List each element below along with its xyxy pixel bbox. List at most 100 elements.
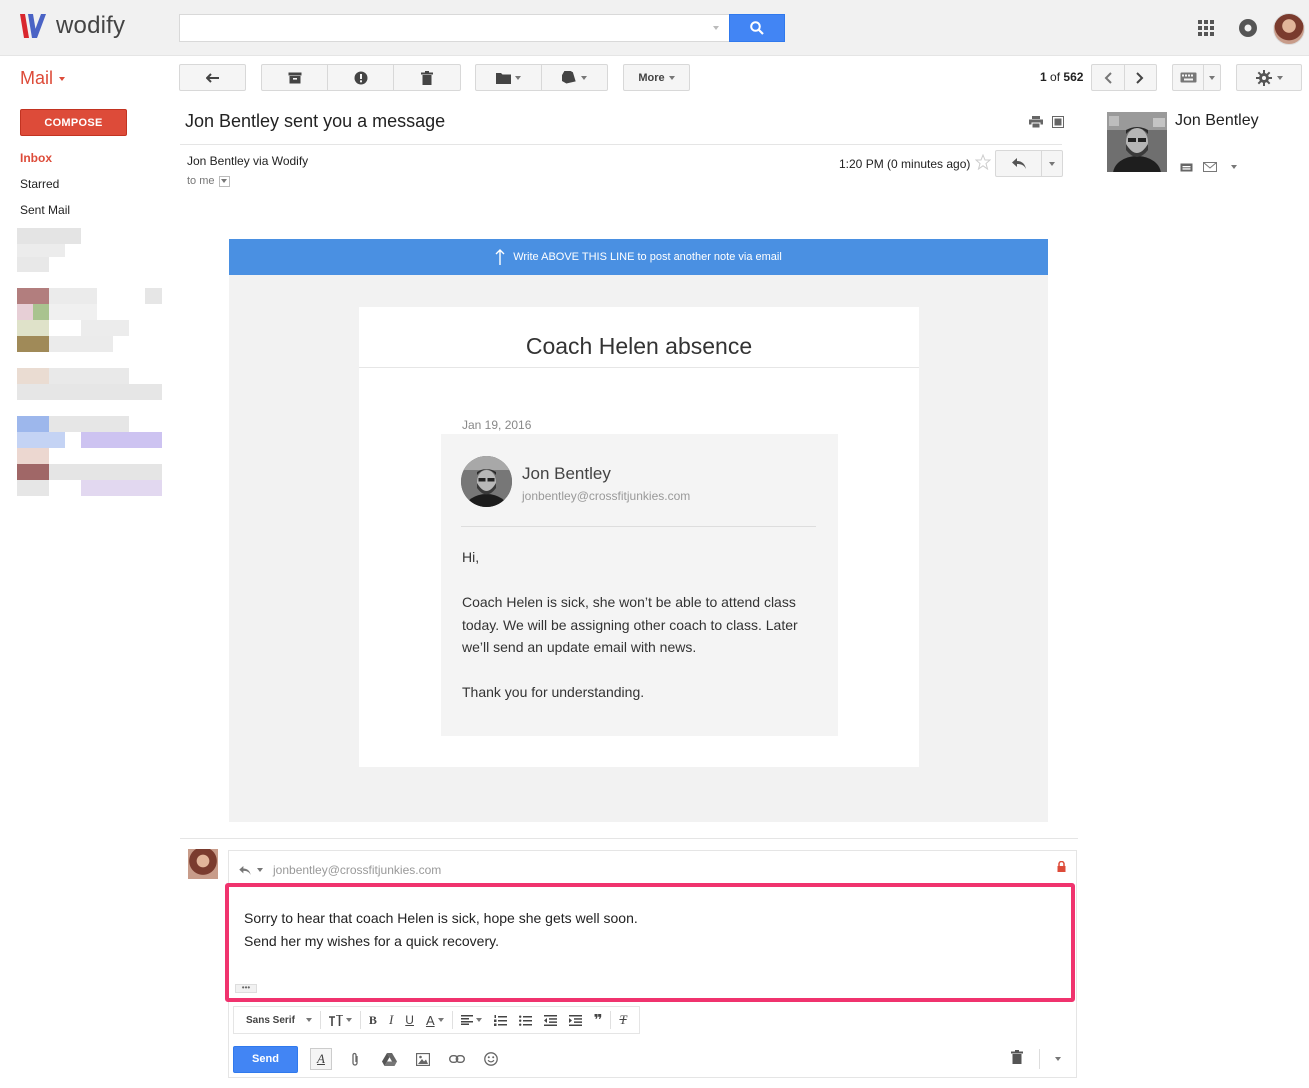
logo-text: wodify <box>56 12 126 39</box>
mail-menu[interactable]: Mail <box>20 68 66 89</box>
remove-formatting-button[interactable]: T <box>613 1007 632 1033</box>
post-body-line: Coach Helen is sick, she won’t be able t… <box>462 594 796 610</box>
reply-type-icon[interactable] <box>239 865 251 875</box>
font-size-button[interactable] <box>323 1007 358 1033</box>
formatting-toolbar: Sans Serif B I U A ❞ T <box>233 1006 640 1034</box>
insert-emoji-button[interactable] <box>480 1048 502 1070</box>
numbered-list-button[interactable] <box>488 1007 513 1033</box>
indent-less-button[interactable] <box>538 1007 563 1033</box>
sender-name[interactable]: Jon Bentley via Wodify <box>187 154 308 168</box>
author-portrait-image <box>461 456 512 507</box>
search-bar <box>179 14 785 42</box>
post-signoff: Thank you for understanding. <box>462 684 645 700</box>
quote-button[interactable]: ❞ <box>588 1007 609 1033</box>
text-color-icon: A <box>425 1012 435 1028</box>
message-time: 1:20 PM (0 minutes ago) <box>839 157 971 171</box>
gear-icon <box>1255 69 1272 86</box>
toolbar-separator <box>451 1011 453 1029</box>
indent-more-icon <box>568 1014 582 1026</box>
sidebar-item-sent-mail[interactable]: Sent Mail <box>20 203 70 217</box>
insert-link-button[interactable] <box>446 1048 468 1070</box>
remove-formatting-icon: T <box>619 1012 627 1027</box>
font-family-select[interactable]: Sans Serif <box>240 1007 318 1033</box>
contact-portrait-image <box>1107 112 1167 172</box>
search-button[interactable] <box>729 14 785 42</box>
reply-recipient[interactable]: jonbentley@crossfitjunkies.com <box>273 863 441 877</box>
delete-button[interactable] <box>394 65 460 90</box>
align-button[interactable] <box>455 1007 488 1033</box>
reply-icon <box>1011 158 1026 169</box>
bold-icon: B <box>368 1012 377 1027</box>
chevron-down-icon <box>305 1018 312 1022</box>
arrow-up-icon <box>495 249 505 265</box>
lock-icon <box>1057 861 1066 872</box>
sidebar-item-starred[interactable]: Starred <box>20 177 59 191</box>
toolbar-separator <box>319 1011 321 1029</box>
discard-draft-icon[interactable] <box>1011 1050 1023 1064</box>
apps-grid-icon[interactable] <box>1198 20 1214 36</box>
bulleted-list-button[interactable] <box>513 1007 538 1033</box>
newer-button[interactable] <box>1092 65 1125 90</box>
contact-more-chevron-down-icon[interactable] <box>1231 165 1237 169</box>
spam-alert-icon <box>354 71 367 84</box>
reply-more-dropdown[interactable] <box>1042 151 1062 176</box>
email-contact-icon[interactable] <box>1203 162 1217 172</box>
italic-button[interactable]: I <box>383 1007 399 1033</box>
card-title: Coach Helen absence <box>525 333 753 359</box>
sidebar-item-inbox[interactable]: Inbox <box>20 151 52 165</box>
bold-button[interactable]: B <box>363 1007 383 1033</box>
print-icon[interactable] <box>1029 116 1043 128</box>
input-tools-dropdown[interactable] <box>1204 65 1220 90</box>
chevron-left-icon <box>1104 71 1112 84</box>
formatting-options-button[interactable]: A <box>310 1048 332 1070</box>
account-avatar[interactable] <box>1273 13 1305 45</box>
chevron-down-icon <box>514 75 521 80</box>
send-button[interactable]: Send <box>233 1045 298 1073</box>
contact-photo[interactable] <box>1107 112 1167 172</box>
input-tools-button[interactable] <box>1173 65 1204 90</box>
older-button[interactable] <box>1125 65 1157 90</box>
notifications-icon[interactable] <box>1238 18 1258 38</box>
wodify-logo-icon <box>20 14 46 38</box>
post-date: Jan 19, 2016 <box>462 418 532 432</box>
reply-body-editor[interactable]: Sorry to hear that coach Helen is sick, … <box>225 883 1075 1002</box>
chevron-down-icon <box>475 1018 482 1022</box>
pager-nav-group <box>1091 64 1157 91</box>
show-trimmed-content-button[interactable]: ••• <box>235 984 257 993</box>
wodify-logo[interactable]: wodify <box>18 12 125 40</box>
new-window-icon[interactable] <box>1052 116 1064 128</box>
pager-current: 1 <box>1040 70 1047 84</box>
chevron-down-icon <box>345 1018 352 1022</box>
report-spam-button[interactable] <box>328 65 394 90</box>
post-body-line: we’ll send an update email with news. <box>462 639 697 655</box>
show-details-button[interactable] <box>218 175 230 187</box>
search-input[interactable] <box>179 14 729 42</box>
contact-card-icon[interactable] <box>1180 163 1193 172</box>
compose-button[interactable]: COMPOSE <box>20 109 127 136</box>
star-icon[interactable] <box>975 154 991 170</box>
indent-more-button[interactable] <box>563 1007 588 1033</box>
move-to-button[interactable] <box>476 65 542 90</box>
numbered-list-icon <box>493 1014 507 1026</box>
text-color-button[interactable]: A <box>420 1007 450 1033</box>
author-email: jonbentley@crossfitjunkies.com <box>522 489 691 503</box>
insert-drive-button[interactable] <box>378 1048 400 1070</box>
pager-total: 562 <box>1063 70 1084 84</box>
underline-button[interactable]: U <box>399 1007 420 1033</box>
recipient-label: to me <box>187 175 215 187</box>
insert-photo-button[interactable] <box>412 1048 434 1070</box>
contact-actions <box>1180 162 1237 172</box>
reply-button[interactable] <box>996 151 1043 176</box>
quote-icon: ❞ <box>593 1011 603 1029</box>
search-options-chevron-icon[interactable] <box>713 26 719 30</box>
author-avatar <box>461 456 512 507</box>
reply-type-chevron-down-icon[interactable] <box>257 868 263 872</box>
settings-button[interactable] <box>1236 64 1302 91</box>
labels-button[interactable] <box>542 65 608 90</box>
more-options-chevron-down-icon[interactable] <box>1055 1057 1061 1061</box>
back-button[interactable] <box>179 64 246 91</box>
archive-button[interactable] <box>262 65 328 90</box>
chevron-down-icon <box>668 75 675 80</box>
attach-files-button[interactable] <box>344 1048 366 1070</box>
more-button[interactable]: More <box>623 64 690 91</box>
